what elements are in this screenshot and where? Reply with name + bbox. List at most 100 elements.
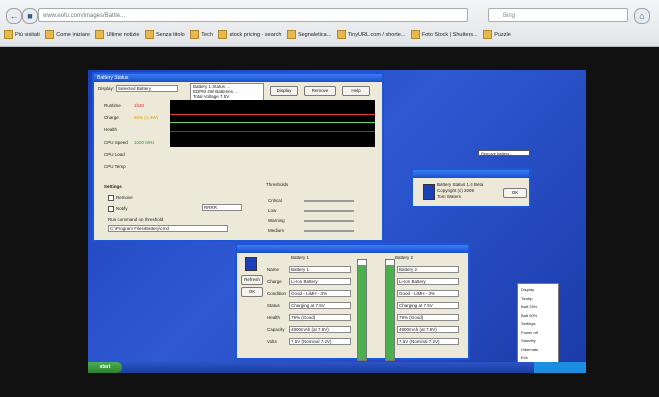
threshold-row-label: Critical xyxy=(268,198,282,203)
column-header: Battery 2 xyxy=(395,255,414,260)
battery-2-value[interactable]: Battery 2 xyxy=(397,266,459,273)
battery-status-window: Battery Status Display: Selected Battery… xyxy=(92,72,384,242)
metric-value-charge: 50% (1-4W) xyxy=(134,115,159,120)
threshold-row-label: Low xyxy=(268,208,277,213)
threshold-row-label: Medium xyxy=(268,228,285,233)
bookmark-icon xyxy=(4,30,13,40)
about-line: Battery Status 1.4 Beta xyxy=(437,182,484,187)
battery-1-value[interactable]: 4800mAh (at 7.5V) xyxy=(289,326,351,333)
bookmark-item[interactable]: Senza titolo xyxy=(145,28,185,42)
remove-option-checkbox[interactable] xyxy=(108,195,114,201)
graph-line-red xyxy=(170,114,375,115)
bookmark-icon xyxy=(286,30,296,40)
context-menu-item[interactable]: Display xyxy=(521,287,534,292)
battery-1-value[interactable]: 79% (Good) xyxy=(289,314,351,321)
refresh-button[interactable]: Refresh xyxy=(241,275,263,285)
bookmark-item[interactable]: Foto Stock | Shutters... xyxy=(410,28,478,42)
taskbar: start xyxy=(88,362,586,373)
bookmark-item[interactable]: Tech xyxy=(190,28,213,42)
battery-2-value[interactable]: 4800mAh (at 7.5V) xyxy=(397,326,459,333)
battery-2-value[interactable]: Good - LiMH - 3% xyxy=(397,290,459,297)
bookmark-icon xyxy=(95,30,105,40)
context-menu-item[interactable]: Batt 50% xyxy=(521,313,537,318)
threshold-slider[interactable] xyxy=(304,220,354,222)
battery-graph xyxy=(170,100,375,147)
threshold-slider[interactable] xyxy=(304,230,354,232)
search-input[interactable]: Bing xyxy=(488,8,628,22)
metric-label-health: Health xyxy=(104,127,118,132)
context-menu-item[interactable]: Standby xyxy=(521,338,536,343)
battery-1-value[interactable]: Good - LiMH - 3% xyxy=(289,290,351,297)
threshold-row-label: Warning xyxy=(268,218,285,223)
command-path-input[interactable]: C:\Program Files\Battery\cmd xyxy=(108,225,228,232)
bookmark-item[interactable]: Più visitati xyxy=(4,28,40,42)
metric-label-charge: Charge xyxy=(104,115,119,120)
about-title xyxy=(413,170,529,178)
bookmark-item[interactable]: Ultime notizie xyxy=(95,28,139,42)
notify-option-checkbox[interactable] xyxy=(108,206,114,212)
bookmark-icon xyxy=(45,30,55,40)
battery-1-value[interactable]: Li-Ion Battery xyxy=(289,278,351,285)
battery-2-value[interactable]: 79% (Good) xyxy=(397,314,459,321)
battery-1-level-bar xyxy=(357,259,367,361)
context-menu-item[interactable]: Exit xyxy=(521,355,528,360)
battery-2-value[interactable]: 7.5V (Nominal 7.2V) xyxy=(397,338,459,345)
display-label: Display: xyxy=(98,86,115,91)
tooltip: Remove battery... xyxy=(478,150,530,156)
bookmark-icon xyxy=(190,30,200,40)
battery-1-value[interactable]: Charging at 7.5V xyxy=(289,302,351,309)
run-command-label: Run command on threshold xyxy=(108,217,164,222)
context-menu-item[interactable]: Batt 25% xyxy=(521,304,537,309)
about-window: Battery Status 1.4 Beta Copyright (c) 20… xyxy=(411,168,531,208)
settings-label: Settings xyxy=(104,184,122,189)
back-button[interactable]: ← xyxy=(6,8,22,24)
about-line: Tom Waters xyxy=(437,194,461,199)
battery-app-icon xyxy=(423,184,435,200)
context-menu-item[interactable]: Power off xyxy=(521,330,538,335)
bookmark-item[interactable]: Segnaletica... xyxy=(286,28,331,42)
battery-1-value[interactable]: 7.5V (Nominal 7.2V) xyxy=(289,338,351,345)
context-menu-item[interactable]: Settings xyxy=(521,321,535,326)
graph-line-green xyxy=(170,122,375,123)
notify-option-label: Notify xyxy=(116,206,128,211)
bookmark-item[interactable]: Come iniziare xyxy=(45,28,90,42)
graph-line-red-2 xyxy=(170,131,375,132)
remove-button[interactable]: Remove xyxy=(304,86,336,96)
browser-chrome: ← ■ www.eofu.com/images/Battle... Bing ⌂… xyxy=(0,0,659,47)
forward-button[interactable]: ■ xyxy=(22,8,38,24)
address-bar[interactable]: www.eofu.com/images/Battle... xyxy=(38,8,468,22)
bookmark-item[interactable]: stock pricing - search xyxy=(218,28,281,42)
battery-app-icon xyxy=(245,257,257,271)
nav-row: ← ■ www.eofu.com/images/Battle... Bing ⌂ xyxy=(0,6,659,26)
metric-label-cpu-speed: CPU Speed xyxy=(104,140,128,145)
context-menu-item[interactable]: Hibernate xyxy=(521,347,538,352)
about-ok-button[interactable]: OK xyxy=(503,188,527,198)
threshold-slider[interactable] xyxy=(304,200,354,202)
battery-details-window: Refresh OK Battery 1 Battery 2 Name Batte… xyxy=(235,243,470,361)
battery-2-value[interactable]: Charging at 7.5V xyxy=(397,302,459,309)
threshold-input[interactable]: RRRR xyxy=(202,204,242,211)
row-label: Capacity xyxy=(267,327,285,332)
battery-2-level-fill xyxy=(386,265,394,360)
display-button[interactable]: Display xyxy=(270,86,298,96)
bookmarks-bar: Più visitati Come iniziare Ultime notizi… xyxy=(0,28,659,42)
battery-1-value[interactable]: Battery 1 xyxy=(289,266,351,273)
details-title xyxy=(237,245,468,253)
row-label: Health xyxy=(267,315,281,320)
row-label: Volts xyxy=(267,339,277,344)
battery-1-level-fill xyxy=(358,265,366,360)
start-button[interactable]: start xyxy=(88,362,122,373)
bookmark-icon xyxy=(483,30,493,40)
bookmark-item[interactable]: Puzzle xyxy=(483,28,511,42)
context-menu-item[interactable]: Tooltip xyxy=(521,296,533,301)
battery-2-value[interactable]: Li-Ion Battery xyxy=(397,278,459,285)
help-button[interactable]: Help xyxy=(342,86,370,96)
metric-label-cpu-load: CPU Load xyxy=(104,152,125,157)
row-label: Condition xyxy=(267,291,287,296)
ok-button[interactable]: OK xyxy=(241,287,263,297)
bookmark-item[interactable]: TinyURL.com / shorte... xyxy=(336,28,405,42)
info-line: Total Voltage 7.5V xyxy=(193,94,230,99)
threshold-slider[interactable] xyxy=(304,210,354,212)
display-select[interactable]: Selected Battery xyxy=(116,85,178,92)
home-icon[interactable]: ⌂ xyxy=(634,8,650,24)
